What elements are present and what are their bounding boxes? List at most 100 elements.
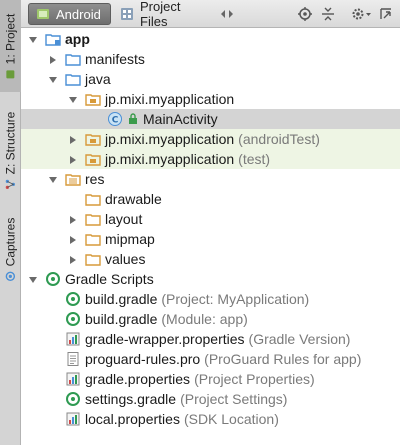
tree-label: build.gradle [85,311,158,327]
tree-label: manifests [85,51,145,67]
chevron-down-icon[interactable] [47,73,59,85]
side-tab-structure[interactable]: Z: Structure [0,100,21,200]
properties-file-icon [65,331,81,347]
chevron-right-icon[interactable] [67,153,79,165]
tree-node-gradle-properties[interactable]: gradle.properties (Project Properties) [21,369,400,389]
tree-label: build.gradle [85,291,158,307]
captures-icon [5,270,16,282]
tab-project-files[interactable]: Project Files [113,0,211,29]
chevron-down-icon[interactable] [27,33,39,45]
tree-node-build-gradle-module[interactable]: build.gradle (Module: app) [21,309,400,329]
project-tree: app manifests java jp.mixi.myapplication… [21,29,400,445]
hide-panel-icon[interactable] [378,6,394,22]
side-tab-project-label: 1: Project [3,13,18,65]
text-file-icon [65,351,81,367]
tree-label: jp.mixi.myapplication [105,131,235,147]
folder-icon [85,231,101,247]
svg-text:C: C [112,116,119,126]
tree-label: proguard-rules.pro [85,351,201,367]
side-tab-structure-label: Z: Structure [3,111,18,175]
collapse-icon[interactable] [320,6,336,22]
chevron-right-icon[interactable] [47,53,59,65]
project-icon [6,68,16,79]
tree-label: gradle.properties [85,371,191,387]
folder-icon [65,51,81,67]
tree-node-mipmap[interactable]: mipmap [21,229,400,249]
switch-arrows-icon[interactable] [219,6,235,22]
side-tab-captures[interactable]: Captures [0,208,21,290]
tab-android[interactable]: Android [28,3,111,25]
tree-note: (test) [238,151,271,167]
tree-node-res[interactable]: res [21,169,400,189]
tree-label: layout [105,211,143,227]
chevron-right-icon[interactable] [67,233,79,245]
module-folder-icon [45,31,61,47]
resource-folder-icon [65,171,81,187]
structure-icon [5,178,16,189]
properties-file-icon [65,371,81,387]
tree-note: (ProGuard Rules for app) [204,351,362,367]
tree-node-java[interactable]: java [21,69,400,89]
gradle-file-icon [65,311,81,327]
gradle-file-icon [65,391,81,407]
package-folder-icon [85,131,101,147]
chevron-down-icon[interactable] [47,173,59,185]
tree-node-build-gradle-project[interactable]: build.gradle (Project: MyApplication) [21,289,400,309]
chevron-down-icon[interactable] [67,93,79,105]
tree-label: values [105,251,146,267]
properties-file-icon [65,411,81,427]
tree-note: (Project: MyApplication) [161,291,310,307]
tree-node-package-main[interactable]: jp.mixi.myapplication [21,89,400,109]
gradle-icon [45,271,61,287]
class-icon: C [107,111,123,127]
tree-node-values[interactable]: values [21,249,400,269]
tree-node-app[interactable]: app [21,29,400,49]
tree-node-gradle-wrapper[interactable]: gradle-wrapper.properties (Gradle Versio… [21,329,400,349]
chevron-right-icon[interactable] [67,133,79,145]
tree-label: gradle-wrapper.properties [85,331,245,347]
gradle-file-icon [65,291,81,307]
tree-note: (Module: app) [161,311,248,327]
tree-node-drawable[interactable]: drawable [21,189,400,209]
tool-window-strip: 1: Project Z: Structure Captures [0,0,21,445]
tree-label: drawable [105,191,162,207]
package-folder-icon [85,151,101,167]
project-toolbar: Android Project Files [21,0,400,29]
tree-label: settings.gradle [85,391,177,407]
chevron-right-icon[interactable] [67,253,79,265]
tree-label: jp.mixi.myapplication [105,151,235,167]
tab-android-label: Android [56,6,101,22]
tree-node-layout[interactable]: layout [21,209,400,229]
tree-note: (Project Properties) [194,371,315,387]
tree-node-settings-gradle[interactable]: settings.gradle (Project Settings) [21,389,400,409]
tree-label: mipmap [105,231,155,247]
folder-icon [65,71,81,87]
package-folder-icon [85,91,101,107]
side-tab-project[interactable]: 1: Project [0,0,21,92]
tree-node-package-test[interactable]: jp.mixi.myapplication (test) [21,149,400,169]
folder-icon [85,251,101,267]
tab-project-files-label: Project Files [140,0,181,29]
tree-node-gradle-scripts[interactable]: Gradle Scripts [21,269,400,289]
chevron-right-icon[interactable] [67,213,79,225]
tree-node-main-activity[interactable]: C MainActivity [21,109,400,129]
tree-note: (SDK Location) [183,411,279,427]
tree-note: (Gradle Version) [248,331,351,347]
tree-node-local-properties[interactable]: local.properties (SDK Location) [21,409,400,429]
tree-label: app [65,31,90,47]
tree-note: (Project Settings) [180,391,288,407]
folder-icon [85,191,101,207]
tree-node-manifests[interactable]: manifests [21,49,400,69]
target-icon[interactable] [297,6,313,22]
chevron-down-icon[interactable] [27,273,39,285]
project-files-icon [119,6,135,22]
android-icon [35,6,51,22]
tree-label: MainActivity [143,111,218,127]
tree-note: (androidTest) [238,131,320,147]
tree-label: java [85,71,111,87]
gear-icon[interactable] [351,6,373,22]
tree-node-package-android-test[interactable]: jp.mixi.myapplication (androidTest) [21,129,400,149]
tree-label: Gradle Scripts [65,271,154,287]
tree-node-proguard[interactable]: proguard-rules.pro (ProGuard Rules for a… [21,349,400,369]
tree-label: jp.mixi.myapplication [105,91,235,107]
